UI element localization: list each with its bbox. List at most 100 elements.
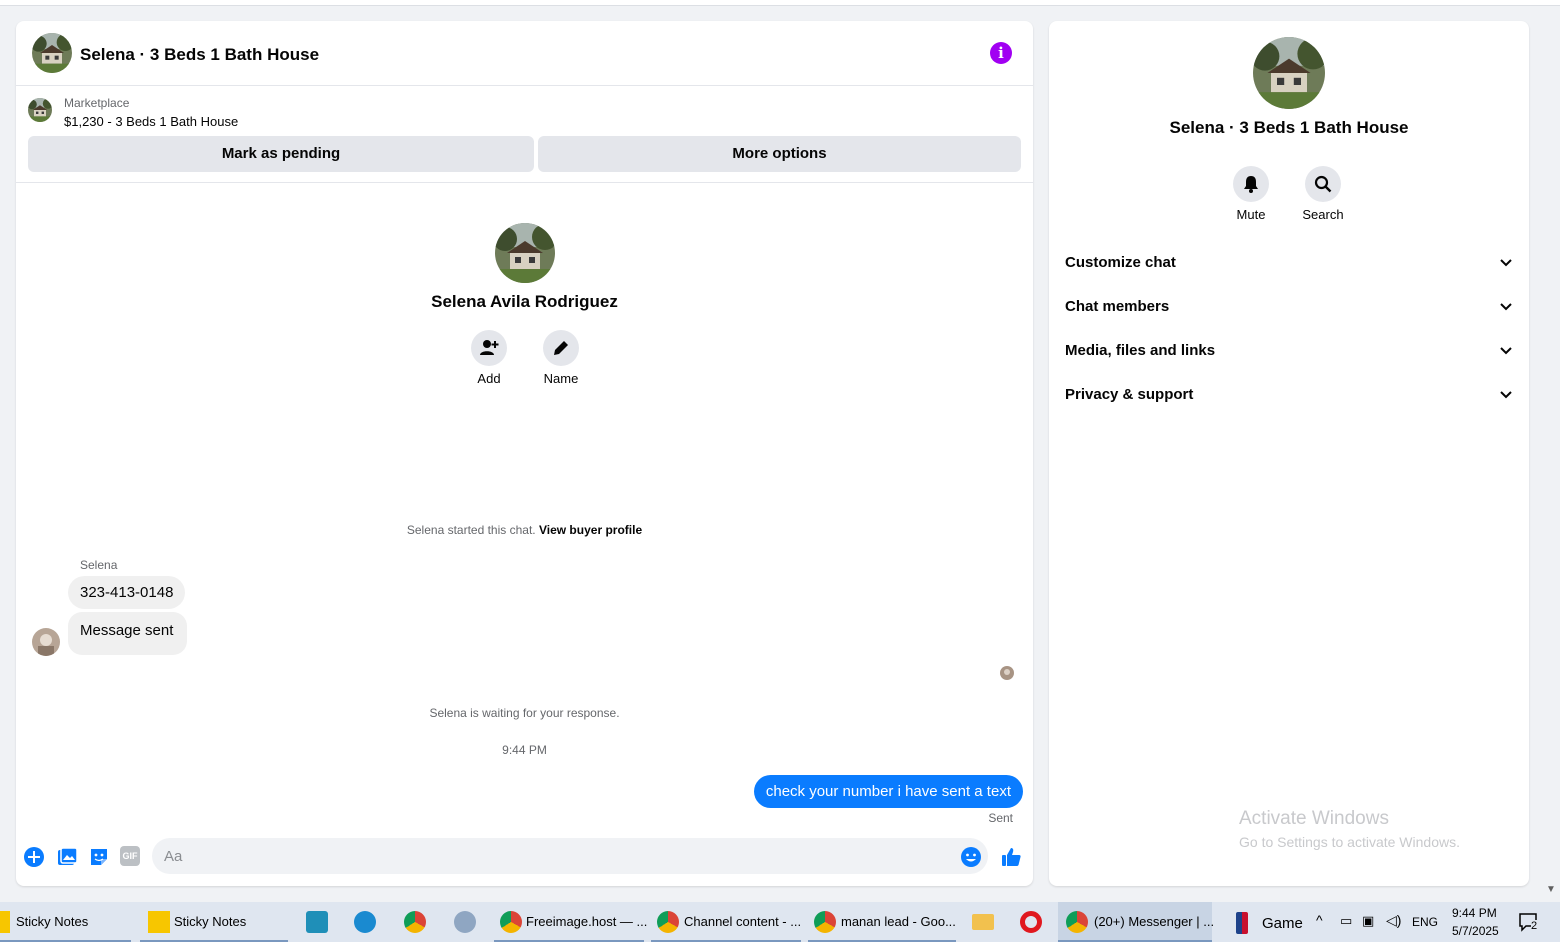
chrome-icon <box>404 911 426 933</box>
message-time: 9:44 PM <box>502 743 547 757</box>
chat-header: Selena · 3 Beds 1 Bath House i <box>16 21 1033 86</box>
listing-thumbnail[interactable] <box>28 98 52 122</box>
taskbar-chrome-channel[interactable]: Channel content - ... <box>651 902 801 942</box>
mute-label: Mute <box>1236 207 1266 222</box>
browser-top-strip <box>0 0 1560 6</box>
folder-icon <box>972 914 994 930</box>
listing-title[interactable]: $1,230 - 3 Beds 1 Bath House <box>64 114 238 129</box>
show-hidden-icons[interactable]: ^ <box>1316 912 1323 928</box>
profile-avatar[interactable] <box>495 223 555 283</box>
taskbar-game-widget[interactable]: Game <box>1232 902 1303 942</box>
taskbar-chrome-manan[interactable]: manan lead - Goo... <box>808 902 956 942</box>
chat-panel: Selena · 3 Beds 1 Bath House i Marketpla… <box>16 21 1033 886</box>
taskbar-chrome-messenger[interactable]: (20+) Messenger | ... <box>1058 902 1214 942</box>
message-composer: GIF <box>16 836 1033 886</box>
sender-avatar[interactable] <box>32 628 60 656</box>
marketplace-label: Marketplace <box>64 96 130 110</box>
chrome-icon <box>1066 911 1088 933</box>
chevron-down-icon <box>1500 303 1512 311</box>
network-icon[interactable]: ▣ <box>1362 913 1374 929</box>
marketplace-bar: Marketplace $1,230 - 3 Beds 1 Bath House… <box>16 87 1033 183</box>
profile-name: Selena Avila Rodriguez <box>431 292 618 311</box>
notification-icon <box>1519 913 1537 932</box>
waiting-notice: Selena is waiting for your response. <box>429 706 620 720</box>
nba-icon <box>1236 912 1248 934</box>
sent-status: Sent <box>988 811 1013 825</box>
pencil-icon <box>554 341 568 355</box>
sticky-notes-icon <box>148 911 170 933</box>
taskbar-sticky-notes[interactable]: Sticky Notes <box>140 902 288 942</box>
taskbar-edge[interactable] <box>350 902 384 942</box>
notification-center[interactable]: 2 <box>1517 911 1541 933</box>
edit-name-button[interactable] <box>543 330 579 366</box>
taskbar-file-explorer[interactable] <box>966 902 1000 942</box>
outgoing-message[interactable]: check your number i have sent a text <box>753 775 1023 808</box>
chevron-down-icon <box>1500 391 1512 399</box>
chat-started-text: Selena started this chat. <box>406 523 536 537</box>
sender-name: Selena <box>80 558 118 572</box>
scrollbar-down-arrow[interactable]: ▼ <box>1546 884 1556 895</box>
taskbar-voice-app[interactable] <box>300 902 334 942</box>
taskbar-chrome-freeimage[interactable]: Freeimage.host — ... <box>494 902 647 942</box>
chat-title[interactable]: Selena · 3 Beds 1 Bath House <box>80 45 319 65</box>
view-buyer-profile-link[interactable]: View buyer profile <box>539 523 642 537</box>
paint-icon <box>454 911 476 933</box>
message-input[interactable] <box>152 838 988 874</box>
mark-pending-button[interactable]: Mark as pending <box>28 136 534 172</box>
watermark-subtitle: Go to Settings to activate Windows. <box>1239 834 1460 850</box>
more-options-button[interactable]: More options <box>538 136 1021 172</box>
emoji-icon[interactable] <box>960 846 982 868</box>
chrome-icon <box>814 911 836 933</box>
edge-icon <box>354 911 376 933</box>
name-label: Name <box>543 371 579 386</box>
section-label: Media, files and links <box>1065 342 1216 359</box>
voice-access-icon <box>306 911 328 933</box>
read-receipt-avatar <box>1000 666 1014 680</box>
taskbar-sticky-notes[interactable]: Sticky Notes <box>0 902 131 942</box>
clock-date[interactable]: 5/7/2025 <box>1452 924 1499 938</box>
chat-members-section[interactable]: Chat members <box>1065 285 1513 329</box>
chevron-down-icon <box>1500 347 1512 355</box>
taskbar-opera[interactable] <box>1014 902 1048 942</box>
section-label: Customize chat <box>1065 254 1176 271</box>
add-label: Add <box>477 371 501 386</box>
customize-chat-section[interactable]: Customize chat <box>1065 241 1513 285</box>
info-title: Selena · 3 Beds 1 Bath House <box>1169 118 1409 137</box>
sticky-notes-icon <box>0 911 10 933</box>
chat-started-notice: Selena started this chat. View buyer pro… <box>16 523 1033 537</box>
incoming-message[interactable]: Message sent <box>68 612 188 655</box>
chevron-down-icon <box>1500 259 1512 267</box>
search-label: Search <box>1302 207 1344 222</box>
watermark-title: Activate Windows <box>1239 808 1389 829</box>
windows-taskbar: Sticky Notes Sticky Notes Freeimage.host… <box>0 902 1560 942</box>
info-avatar[interactable] <box>1253 37 1325 109</box>
add-person-icon <box>480 340 499 355</box>
notification-badge: 2 <box>1531 920 1538 932</box>
privacy-support-section[interactable]: Privacy & support <box>1065 373 1513 417</box>
incoming-message[interactable]: 323-413-0148 <box>68 576 186 609</box>
search-button[interactable] <box>1305 166 1341 202</box>
plus-circle-icon[interactable] <box>23 846 45 868</box>
clock-time[interactable]: 9:44 PM <box>1452 906 1497 920</box>
taskbar-paint-app[interactable] <box>450 902 484 942</box>
bell-icon <box>1244 176 1258 193</box>
meet-icon[interactable]: ▭ <box>1340 913 1352 929</box>
volume-icon[interactable]: ◁) <box>1386 912 1401 929</box>
chrome-icon <box>657 911 679 933</box>
media-files-links-section[interactable]: Media, files and links <box>1065 329 1513 373</box>
section-label: Chat members <box>1065 298 1170 315</box>
sticker-icon[interactable] <box>88 846 110 868</box>
photo-icon[interactable] <box>56 846 78 868</box>
opera-icon <box>1020 911 1042 933</box>
taskbar-chrome[interactable] <box>400 902 434 942</box>
like-thumb-icon[interactable] <box>1000 846 1022 868</box>
info-icon[interactable]: i <box>990 42 1012 64</box>
add-person-button[interactable] <box>471 330 507 366</box>
chat-avatar[interactable] <box>32 33 72 73</box>
mute-button[interactable] <box>1233 166 1269 202</box>
language-indicator[interactable]: ENG <box>1412 915 1438 929</box>
gif-icon[interactable]: GIF <box>120 846 140 866</box>
activate-windows-watermark: Activate Windows Go to Settings to activ… <box>1239 808 1460 850</box>
search-icon <box>1314 175 1332 193</box>
section-label: Privacy & support <box>1065 386 1194 403</box>
